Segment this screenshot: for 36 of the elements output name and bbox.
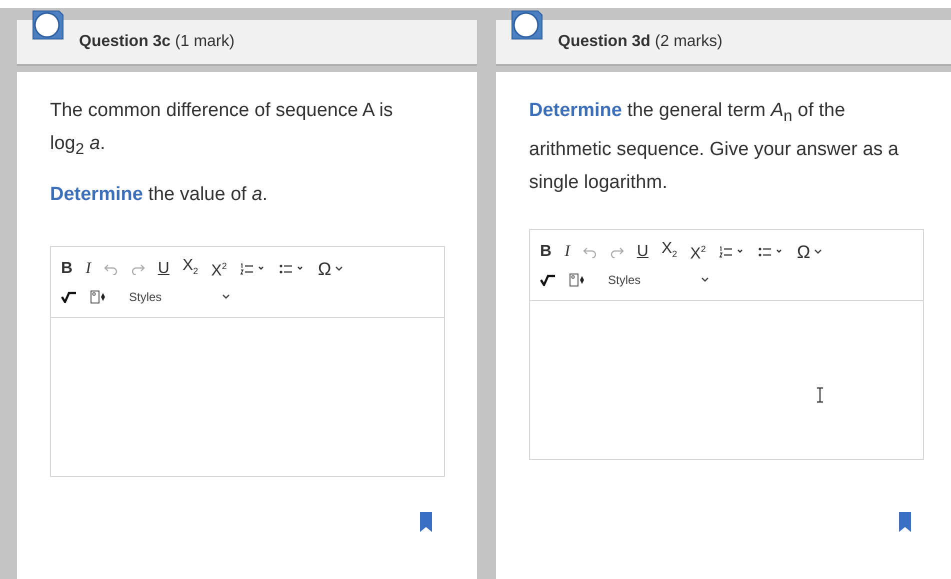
square-root-icon[interactable] bbox=[61, 290, 77, 303]
toolbar-button[interactable]: U bbox=[636, 242, 648, 261]
toolbar-button[interactable]: B bbox=[61, 260, 73, 278]
bullet-list-icon[interactable] bbox=[278, 262, 305, 275]
image-icon[interactable] bbox=[90, 290, 108, 304]
styles-dropdown[interactable]: Styles bbox=[600, 272, 709, 287]
toolbar-button[interactable]: Ω bbox=[318, 260, 332, 278]
caret-icon[interactable] bbox=[222, 294, 230, 300]
numbered-list-icon[interactable] bbox=[240, 262, 266, 275]
bookmark-icon[interactable] bbox=[899, 512, 911, 532]
toolbar-button[interactable]: B bbox=[540, 242, 552, 261]
caret-icon[interactable] bbox=[335, 266, 344, 272]
toolbar-button[interactable]: X$_{2}$ bbox=[182, 257, 198, 280]
image-icon[interactable] bbox=[569, 272, 587, 287]
bookmark-icon[interactable] bbox=[420, 512, 432, 532]
text-cursor-icon bbox=[816, 386, 824, 403]
bullet-list-icon[interactable] bbox=[758, 246, 784, 258]
numbered-list-icon[interactable] bbox=[718, 246, 745, 258]
square-root-icon[interactable] bbox=[540, 274, 556, 286]
toolbar-button[interactable]: X$_{2}$ bbox=[661, 240, 678, 264]
question-title: Question 3d (2 marks) bbox=[558, 33, 722, 51]
question-text: Determine the general term A$_{n}$ of the arithmetic sequence. Give your answer as a single logarithm. bbox=[529, 99, 900, 195]
toolbar-button[interactable]: Ω bbox=[796, 242, 810, 261]
caret-icon[interactable] bbox=[814, 249, 822, 254]
question-text: Determine the value of a. bbox=[50, 182, 269, 207]
toolbar-button[interactable]: X$^{2}$ bbox=[211, 257, 227, 280]
toolbar-button[interactable]: I bbox=[564, 242, 570, 261]
caret-icon[interactable] bbox=[700, 277, 709, 282]
question-text: The common difference of sequence A is log$_{2}$ a. bbox=[50, 99, 394, 160]
flag-icon[interactable] bbox=[510, 9, 544, 41]
styles-dropdown[interactable]: Styles bbox=[121, 290, 230, 304]
toolbar-button[interactable]: X$^{2}$ bbox=[690, 240, 706, 264]
toolbar-button[interactable]: I bbox=[86, 260, 91, 278]
flag-icon[interactable] bbox=[31, 9, 65, 41]
toolbar-button[interactable]: U bbox=[158, 260, 170, 278]
question-title: Question 3c (1 mark) bbox=[79, 33, 235, 51]
